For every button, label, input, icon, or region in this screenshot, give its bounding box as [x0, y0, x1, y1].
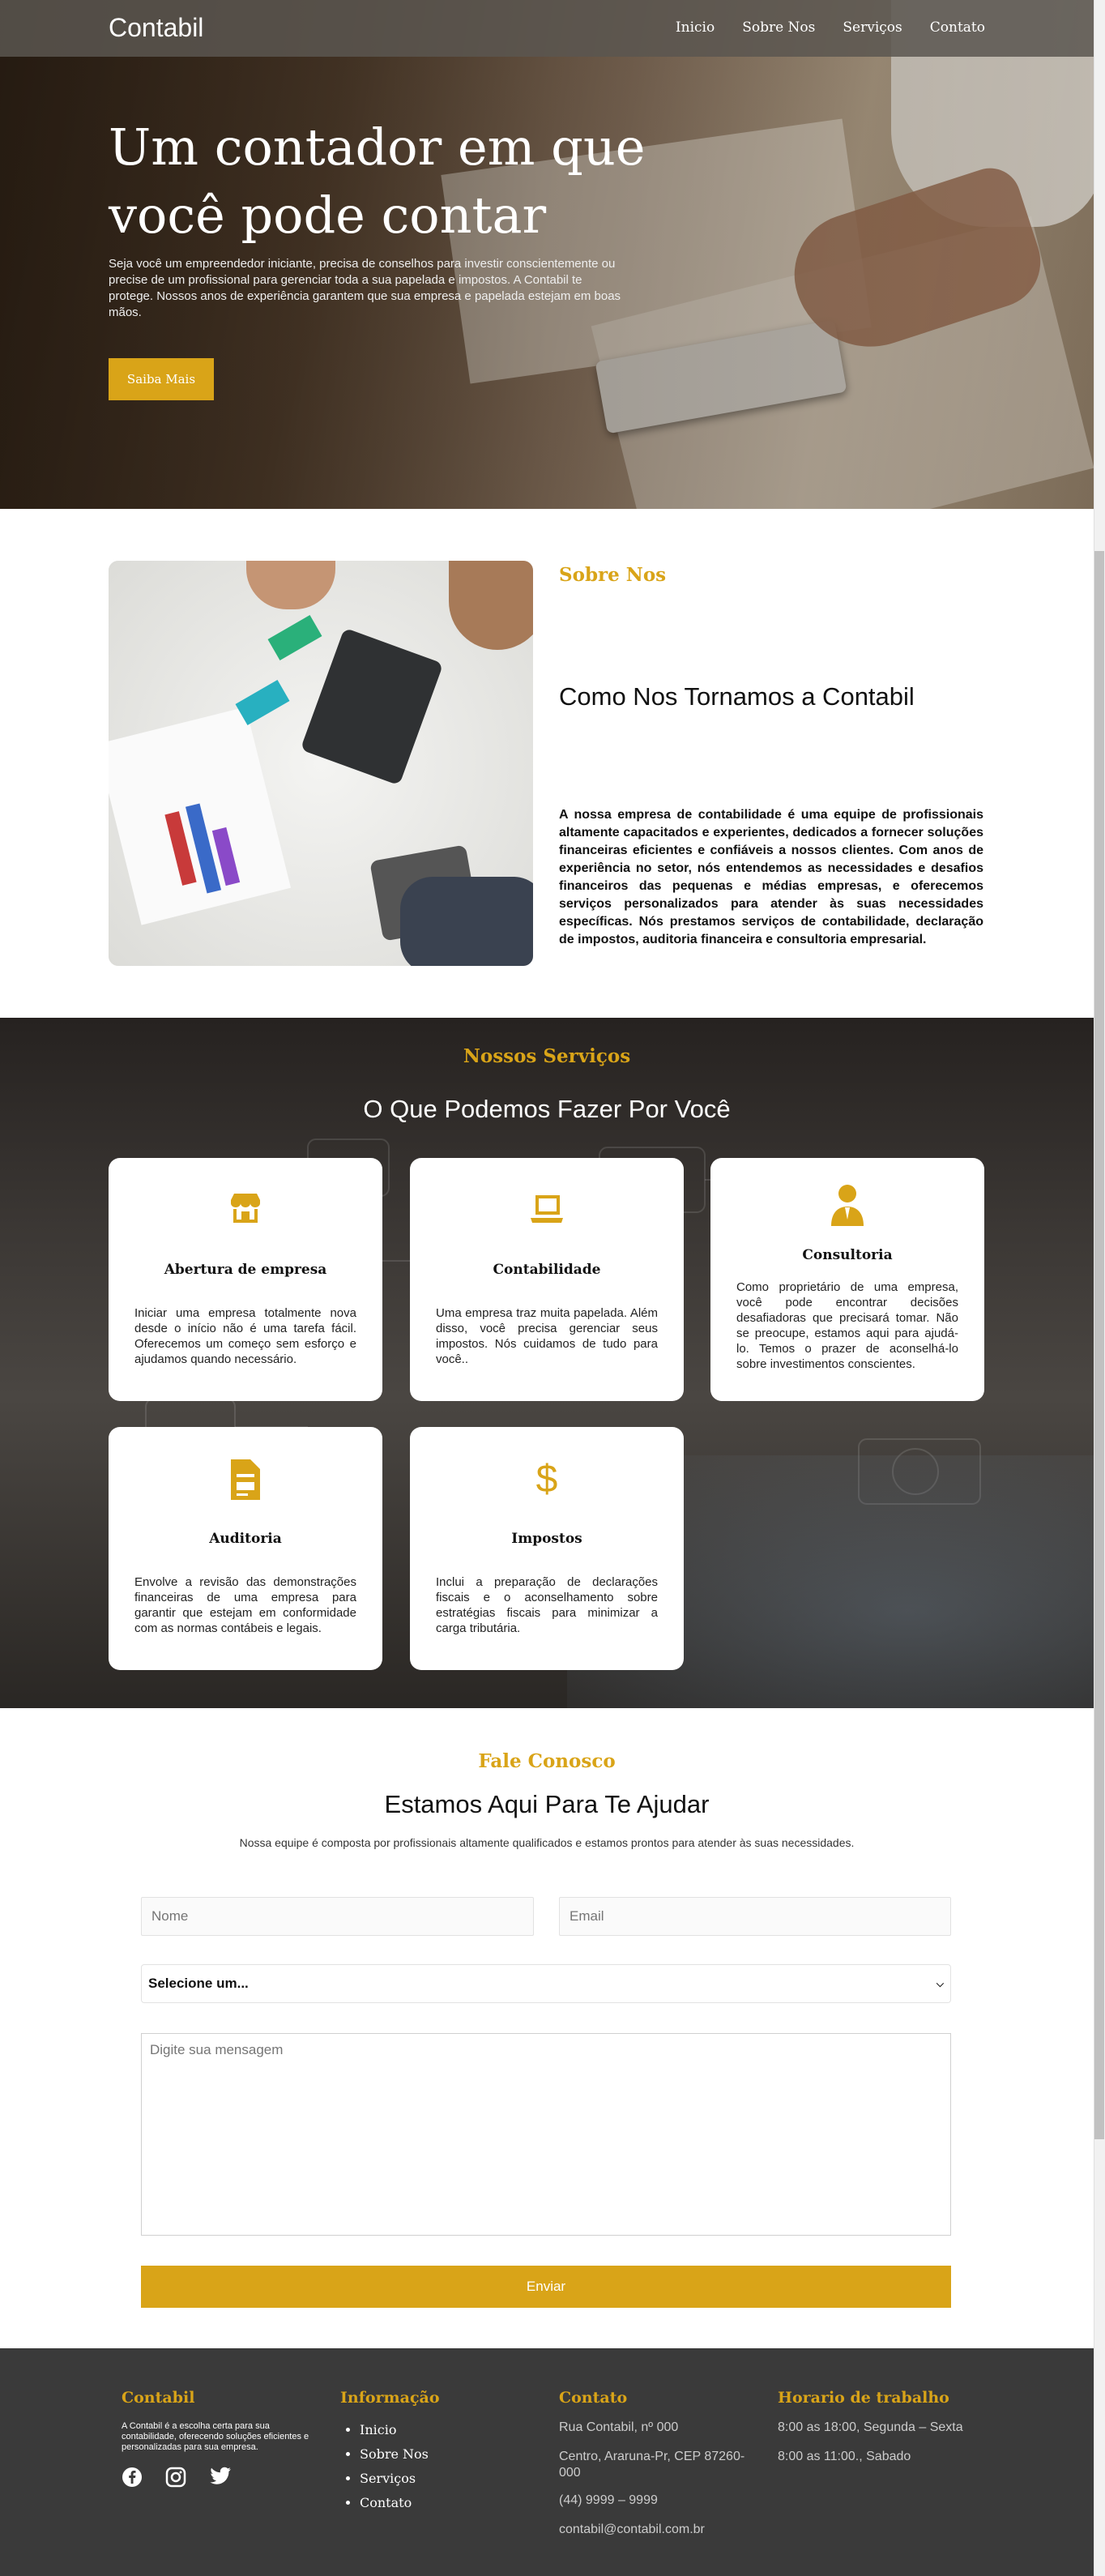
footer-link-contato[interactable]: Contato: [360, 2491, 429, 2515]
subject-select[interactable]: Selecione um... ⌵: [141, 1964, 951, 2003]
service-card-text: Inclui a preparação de declarações fisca…: [436, 1575, 658, 1635]
about-eyebrow: Sobre Nos: [559, 564, 667, 586]
chevron-down-icon: ⌵: [936, 1977, 944, 1989]
footer-contact-title: Contato: [559, 2389, 628, 2407]
brand-logo[interactable]: Contabil: [109, 13, 203, 43]
service-card-title: Impostos: [511, 1531, 582, 1547]
footer-hours-saturday: 8:00 as 11:00., Sabado: [778, 2450, 911, 2463]
facebook-icon[interactable]: [122, 2467, 143, 2492]
dollar-icon: $: [535, 1458, 558, 1501]
social-links: [122, 2467, 232, 2492]
nav-links: Inicio Sobre Nos Serviços Contato: [676, 19, 985, 36]
footer-link-servicos[interactable]: Serviços: [360, 2467, 429, 2491]
nav-link-inicio[interactable]: Inicio: [676, 19, 715, 36]
select-value: Selecione um...: [148, 1976, 249, 1991]
about-text: A nossa empresa de contabilidade é uma e…: [559, 808, 983, 946]
service-card-text: Iniciar uma empresa totalmente nova desd…: [134, 1306, 356, 1366]
navbar: Contabil Inicio Sobre Nos Serviços Conta…: [0, 0, 1094, 57]
contact-text: Nossa equipe é composta por profissionai…: [239, 1836, 855, 1849]
footer-brand-title: Contabil: [122, 2389, 195, 2407]
hero-section: [0, 0, 1094, 509]
footer-hours-weekdays: 8:00 as 18:00, Segunda – Sexta: [778, 2420, 963, 2434]
service-card-title: Auditoria: [209, 1531, 282, 1547]
twitter-icon[interactable]: [209, 2467, 232, 2492]
message-textarea[interactable]: [141, 2033, 951, 2236]
footer-link-sobre-nos[interactable]: Sobre Nos: [360, 2442, 429, 2467]
footer-brand-text: A Contabil é a escolha certa para sua co…: [122, 2421, 309, 2452]
footer-hours-title: Horario de trabalho: [778, 2389, 949, 2407]
store-icon: [109, 1189, 382, 1232]
footer-info-title: Informação: [340, 2389, 440, 2407]
service-card-title: Consultoria: [802, 1247, 893, 1263]
service-card-text: Como proprietário de uma empresa, você p…: [736, 1280, 958, 1371]
services-title: O Que Podemos Fazer Por Você: [363, 1095, 731, 1123]
document-icon: [109, 1458, 382, 1502]
footer-address-line1: Rua Contabil, nº 000: [559, 2420, 679, 2434]
service-card-text: Uma empresa traz muita papelada. Além di…: [436, 1306, 658, 1366]
contact-eyebrow: Fale Conosco: [478, 1750, 616, 1772]
nav-link-servicos[interactable]: Serviços: [843, 19, 902, 36]
hero-text: Seja você um empreendedor iniciante, pre…: [109, 257, 621, 319]
contact-title: Estamos Aqui Para Te Ajudar: [384, 1790, 710, 1818]
email-input[interactable]: [559, 1897, 951, 1936]
footer-address-line2: Centro, Araruna-Pr, CEP 87260-000: [559, 2450, 745, 2480]
service-card: Contabilidade Uma empresa traz muita pap…: [410, 1158, 684, 1401]
service-card: $ Impostos Inclui a preparação de declar…: [410, 1427, 684, 1670]
instagram-icon[interactable]: [165, 2467, 186, 2492]
saiba-mais-button[interactable]: Saiba Mais: [109, 358, 214, 400]
footer-phone: (44) 9999 – 9999: [559, 2493, 658, 2507]
page-scrollbar[interactable]: [1094, 0, 1105, 2576]
nav-link-sobre-nos[interactable]: Sobre Nos: [742, 19, 815, 36]
footer-link-inicio[interactable]: Inicio: [360, 2418, 429, 2442]
about-image: [109, 561, 533, 966]
services-eyebrow: Nossos Serviços: [463, 1045, 631, 1067]
hero-overlay: [0, 0, 1094, 509]
laptop-icon: [410, 1189, 684, 1232]
service-card: Abertura de empresa Iniciar uma empresa …: [109, 1158, 382, 1401]
service-card: Consultoria Como proprietário de uma emp…: [710, 1158, 984, 1401]
name-input[interactable]: [141, 1897, 534, 1936]
footer-email[interactable]: contabil@contabil.com.br: [559, 2522, 762, 2538]
service-card-text: Envolve a revisão das demonstrações fina…: [134, 1575, 356, 1635]
nav-link-contato[interactable]: Contato: [930, 19, 985, 36]
footer-links: Inicio Sobre Nos Serviços Contato: [340, 2418, 429, 2515]
scrollbar-thumb[interactable]: [1094, 551, 1104, 2139]
consultant-icon: [710, 1182, 984, 1226]
service-card-title: Contabilidade: [493, 1262, 601, 1278]
service-card: Auditoria Envolve a revisão das demonstr…: [109, 1427, 382, 1670]
send-button[interactable]: Enviar: [141, 2266, 951, 2308]
hero-title: Um contador em que você pode contar: [109, 117, 646, 245]
about-title: Como Nos Tornamos a Contabil: [559, 682, 915, 711]
service-card-title: Abertura de empresa: [164, 1262, 327, 1278]
